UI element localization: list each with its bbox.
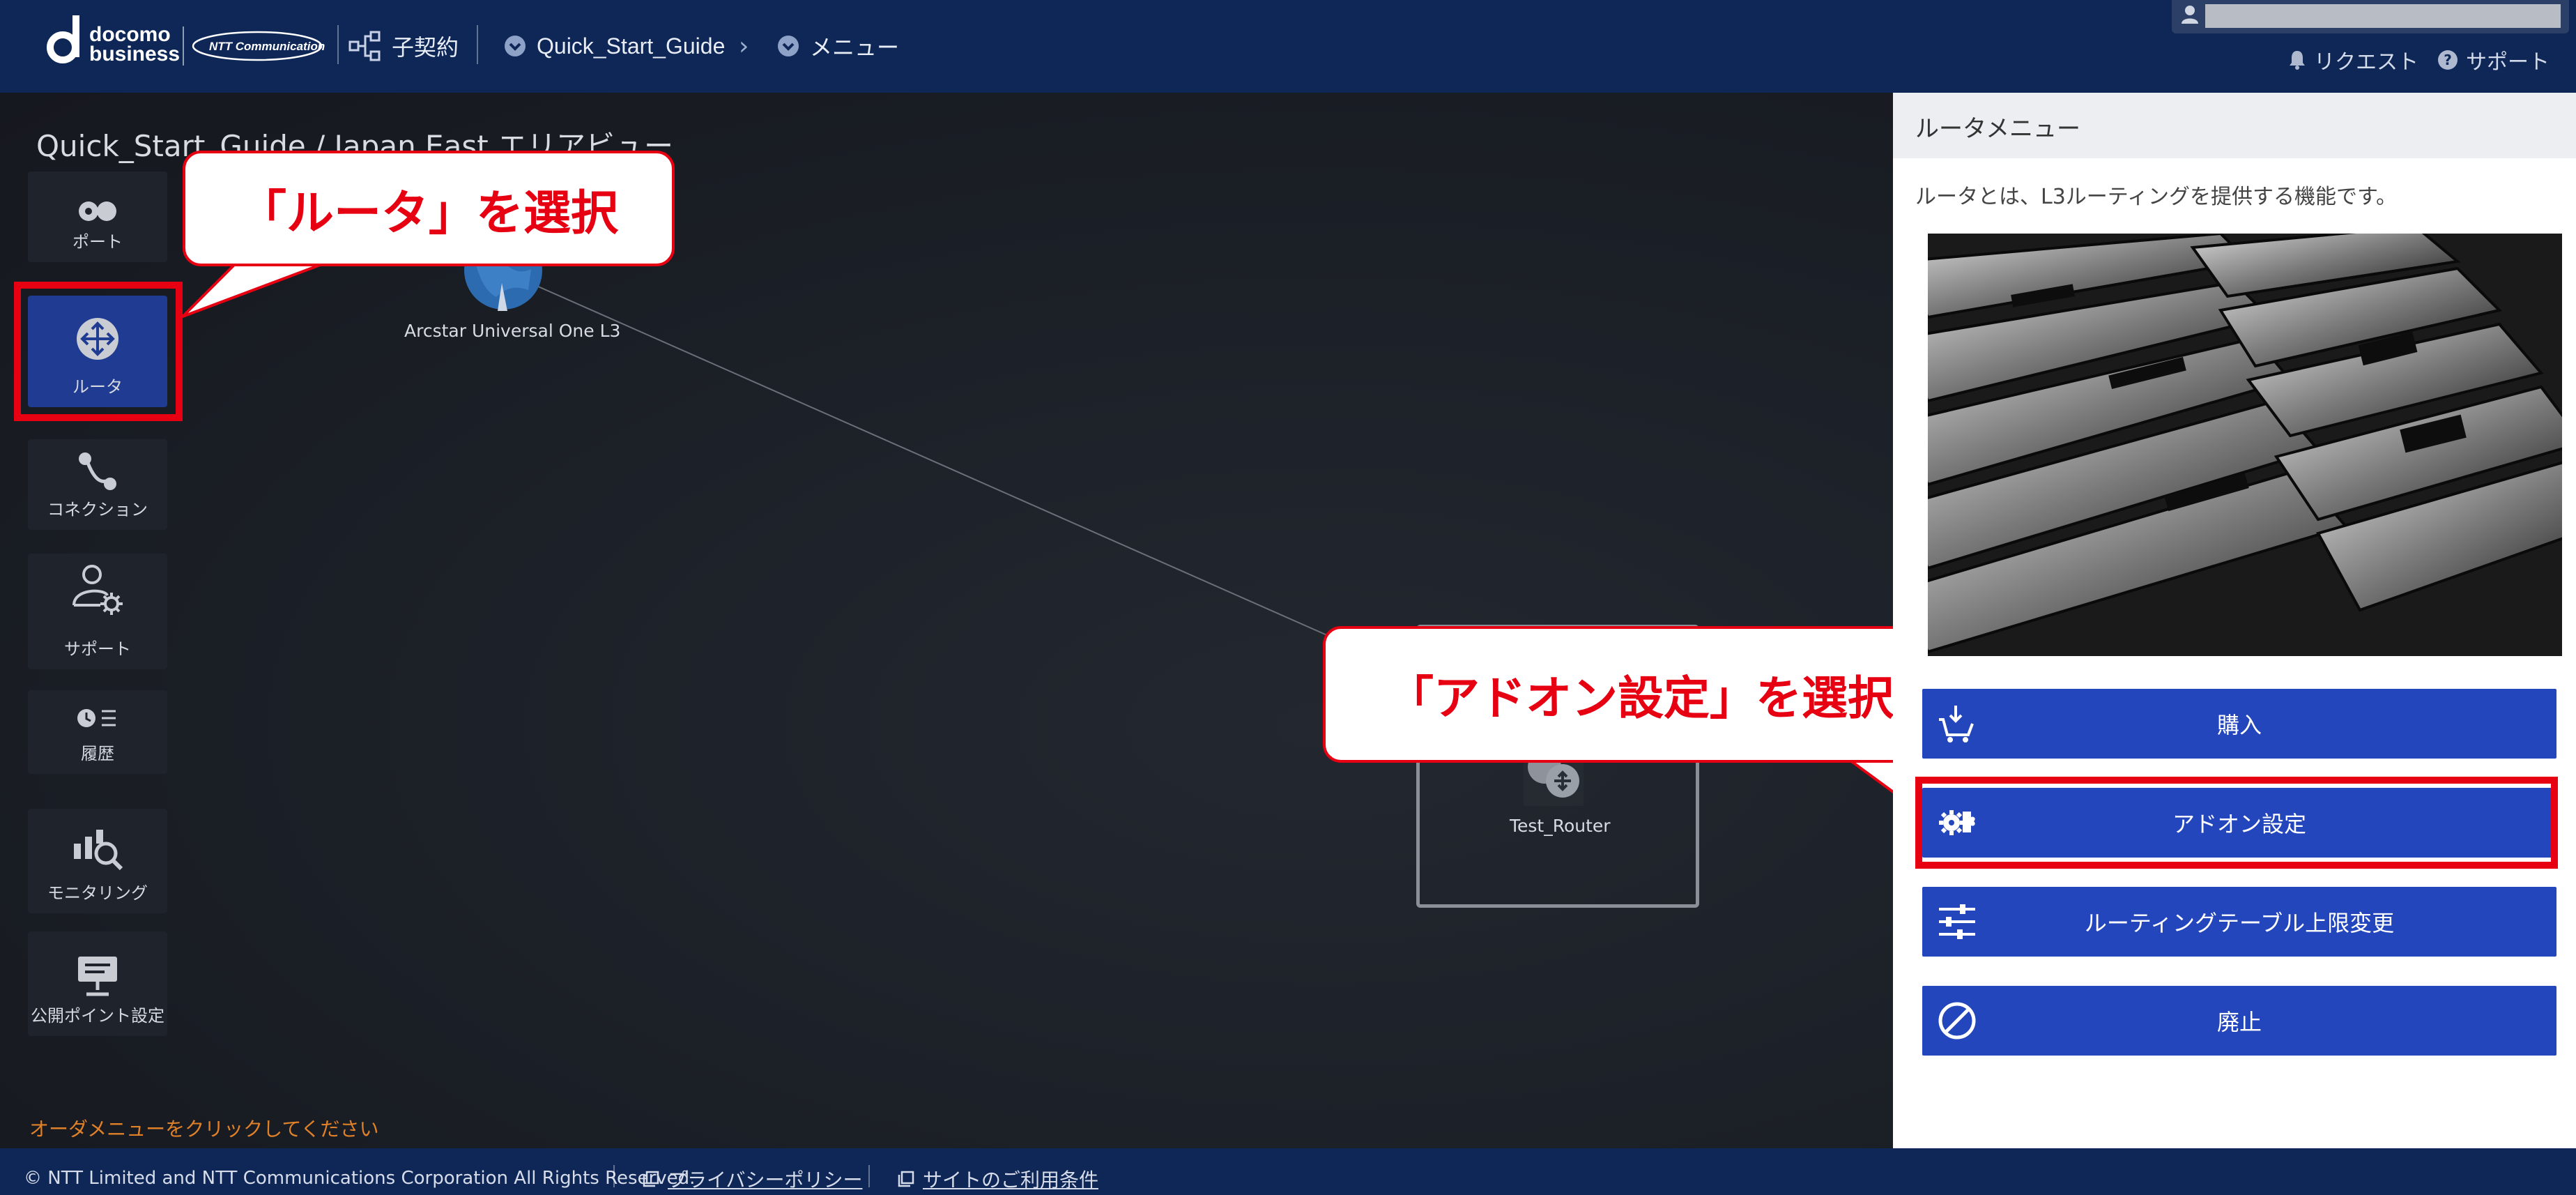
sidebar-item-support-label: サポート (64, 639, 131, 659)
sidebar-item-port[interactable]: ポート (28, 172, 167, 262)
router-callout: 「ルータ」を選択 (183, 151, 675, 266)
footer-divider (868, 1165, 870, 1187)
panel-header: ルータメニュー (1893, 93, 2576, 158)
contract-label: 子契約 (392, 35, 459, 60)
sidebar-item-history-label: 履歴 (81, 744, 114, 763)
router-callout-text: 「ルータ」を選択 (238, 185, 618, 241)
footer-divider (613, 1165, 615, 1187)
support-link[interactable]: ? サポート (2437, 43, 2550, 77)
sidebar-item-support[interactable]: サポート (28, 554, 167, 669)
addon-callout-text: 「アドオン設定」を選択 (1388, 671, 1894, 725)
panel-title: ルータメニュー (1915, 115, 2080, 143)
external-page-icon (898, 1171, 914, 1187)
public-point-icon (78, 957, 117, 996)
node-router-label: Test_Router (1510, 816, 1611, 836)
decommission-button[interactable]: 廃止 (1922, 986, 2556, 1056)
sidebar-item-connection-label: コネクション (47, 500, 148, 519)
order-menu-hint: オーダメニューをクリックしてください (29, 1118, 379, 1141)
request-label: リクエスト (2314, 50, 2418, 75)
purchase-button-label: 購入 (2216, 712, 2262, 738)
chevron-circle-icon (505, 36, 526, 56)
sidebar-item-public-point[interactable]: 公開ポイント設定 (28, 931, 167, 1036)
addon-callout: 「アドオン設定」を選択 (1323, 626, 1958, 763)
contract-link[interactable]: 子契約 (348, 28, 459, 64)
breadcrumb-menu[interactable]: メニュー (776, 28, 899, 64)
sidebar-item-public-point-label: 公開ポイント設定 (31, 1006, 164, 1026)
ntt-logo-text: NTT Communications (209, 40, 325, 53)
panel-description: ルータとは、L3ルーティングを提供する機能です。 (1915, 185, 2398, 209)
svg-text:?: ? (2444, 52, 2452, 68)
purchase-button[interactable]: 購入 (1922, 689, 2556, 759)
user-name (2205, 4, 2561, 28)
footer: © NTT Limited and NTT Communications Cor… (0, 1148, 2576, 1195)
breadcrumb-chevron-right-icon: › (739, 32, 749, 61)
bell-icon (2290, 51, 2305, 70)
monitoring-icon (74, 830, 123, 871)
terms-of-use-label: サイトのご利用条件 (923, 1169, 1099, 1192)
copyright-text: © NTT Limited and NTT Communications Cor… (24, 1168, 696, 1189)
help-circle-icon: ? (2438, 50, 2458, 70)
top-header: docomo business NTT Communications 子契約 Q… (0, 0, 2576, 93)
terms-of-use-link[interactable]: サイトのご利用条件 (898, 1165, 1098, 1193)
user-icon (2182, 6, 2198, 24)
chevron-circle-icon (778, 36, 799, 56)
connection-icon (79, 452, 116, 490)
decommission-button-label: 廃止 (2216, 1009, 2262, 1035)
ntt-communications-logo: NTT Communications (192, 31, 325, 61)
breadcrumb-project-label: Quick_Start_Guide (537, 33, 726, 59)
sidebar-item-history[interactable]: 履歴 (28, 690, 167, 774)
hierarchy-icon (348, 31, 381, 61)
routing-table-limit-button-label: ルーティングテーブル上限変更 (2084, 910, 2395, 936)
logo-divider (183, 26, 184, 66)
user-account-menu[interactable] (2172, 0, 2569, 33)
privacy-policy-link[interactable]: プライバシーポリシー (643, 1165, 862, 1193)
port-icon (79, 201, 116, 221)
brand-line1: docomo (89, 23, 171, 46)
header-divider (477, 25, 478, 64)
sliders-icon (1939, 904, 1975, 939)
cart-download-icon (1939, 706, 1974, 743)
docomo-d-logo-icon (47, 15, 79, 63)
support-label: サポート (2466, 50, 2550, 75)
external-page-icon (643, 1171, 659, 1187)
header-divider (337, 25, 339, 64)
routing-table-limit-button[interactable]: ルーティングテーブル上限変更 (1922, 887, 2556, 957)
addon-highlight-frame (1915, 777, 2558, 869)
support-user-icon (72, 565, 123, 615)
router-highlight-frame (14, 282, 183, 421)
server-rack-photo-icon (1928, 234, 2562, 656)
sidebar-item-monitoring[interactable]: モニタリング (28, 809, 167, 913)
sidebar-item-connection[interactable]: コネクション (28, 439, 167, 530)
prohibit-icon (1938, 1002, 1976, 1040)
history-icon (77, 709, 116, 727)
request-link[interactable]: リクエスト (2287, 43, 2418, 77)
privacy-policy-label: プライバシーポリシー (668, 1169, 863, 1192)
sidebar-item-monitoring-label: モニタリング (47, 883, 148, 903)
node-l3-label: Arcstar Universal One L3 (404, 321, 621, 341)
server-rack-image (1928, 234, 2562, 656)
breadcrumb-project[interactable]: Quick_Start_Guide (503, 28, 725, 64)
brand-logo-text: docomo business (89, 23, 181, 66)
brand-line2: business (89, 43, 181, 66)
breadcrumb-menu-label: メニュー (810, 35, 900, 60)
sidebar-item-port-label: ポート (72, 232, 123, 252)
